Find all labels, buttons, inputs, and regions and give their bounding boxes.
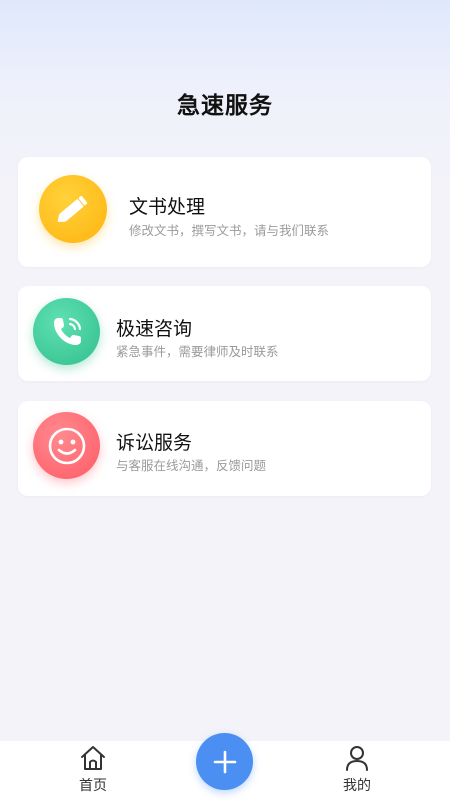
user-icon: [343, 744, 371, 772]
service-title: 文书处理: [129, 196, 206, 218]
service-title: 诉讼服务: [116, 432, 193, 454]
tab-mine-label: 我的: [343, 778, 371, 794]
page-title: 急速服务: [177, 93, 273, 119]
service-desc: 与客服在线沟通，反馈问题: [116, 458, 267, 473]
plus-icon: [213, 750, 236, 773]
tab-home-label: 首页: [79, 778, 107, 794]
service-desc: 修改文书，撰写文书，请与我们联系: [129, 223, 330, 238]
add-button[interactable]: [196, 733, 253, 790]
service-desc: 紧急事件，需要律师及时联系: [116, 344, 279, 359]
smile-icon: [33, 412, 100, 479]
service-card-consult[interactable]: 极速咨询 紧急事件，需要律师及时联系: [18, 286, 431, 381]
tab-home[interactable]: 首页: [53, 741, 133, 800]
home-icon: [79, 744, 107, 772]
tab-mine[interactable]: 我的: [317, 741, 397, 800]
service-card-document[interactable]: 文书处理 修改文书，撰写文书，请与我们联系: [18, 157, 431, 267]
service-card-litigation[interactable]: 诉讼服务 与客服在线沟通，反馈问题: [18, 401, 431, 496]
phone-icon: [33, 298, 100, 365]
pencil-icon: [39, 175, 107, 243]
service-title: 极速咨询: [116, 318, 193, 340]
